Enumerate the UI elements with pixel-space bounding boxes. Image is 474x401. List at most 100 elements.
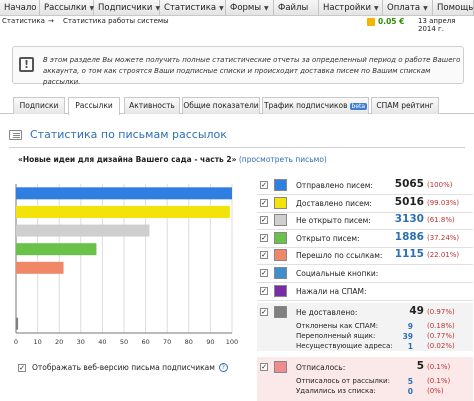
stat-value: 5016 (394, 196, 424, 208)
x-tick-label: 40 (98, 338, 107, 346)
x-tick-label: 100 (225, 338, 239, 346)
section-title: Статистика по письмам рассылок (30, 128, 227, 141)
tab-label: Рассылки (75, 101, 113, 110)
stat-checkbox[interactable]: ✓ (260, 269, 268, 277)
tab-label: Подписки (19, 101, 59, 110)
color-swatch (274, 214, 287, 226)
x-tick-label: 30 (76, 338, 85, 346)
stat-label: Перешло по ссылкам: (296, 251, 383, 260)
balance-value: 0.05 € (378, 17, 405, 26)
nav-item-label: Рассылки (44, 2, 87, 13)
stat-row: ✓ Не доставлено: 49 (0.97%) (257, 304, 473, 320)
help-icon[interactable]: ? (218, 363, 228, 372)
chart-bar (16, 224, 150, 237)
stat-checkbox[interactable]: ✓ (260, 199, 268, 207)
stat-percent: (100%) (427, 181, 453, 189)
nav-item[interactable]: Настройки ▼ (319, 0, 383, 16)
tab[interactable]: Активность (124, 97, 180, 114)
preview-email-link[interactable]: (просмотреть письмо) (239, 155, 327, 164)
nav-item-label: Подписчики (98, 2, 153, 13)
tab-label: Активность (129, 101, 175, 110)
sub-label: Удалились из списка: (296, 387, 376, 395)
sub-percent: (0.18%) (427, 322, 455, 330)
color-swatch (274, 361, 287, 373)
stat-checkbox[interactable]: ✓ (260, 251, 268, 259)
stat-percent: (0.1%) (427, 363, 451, 371)
sub-value: 1 (407, 342, 413, 351)
nav-item[interactable]: Начало (0, 0, 40, 16)
x-tick-label: 50 (119, 338, 129, 346)
stat-row: ✓ Перешло по ссылкам: 1115 (22.01%) (257, 247, 473, 263)
tab[interactable]: Общие показатели (182, 97, 260, 114)
sub-value: 5 (407, 377, 413, 386)
web-version-checkbox[interactable]: ✓ (18, 363, 26, 372)
nav-item[interactable]: Подписчики ▼ (94, 0, 160, 16)
tab[interactable]: Подписки (13, 97, 65, 114)
nav-item[interactable]: Файлы (274, 0, 319, 16)
stat-row: ✓ Нажали на СПАМ: (257, 283, 473, 299)
color-swatch (274, 306, 287, 318)
stat-percent: (0.97%) (427, 308, 455, 316)
tab[interactable]: Рассылки (68, 97, 120, 115)
x-tick-label: 70 (163, 338, 172, 346)
chart-bar (16, 205, 230, 218)
stat-value: 1886 (394, 231, 424, 243)
nav-item[interactable]: Формы ▼ (226, 0, 274, 16)
breadcrumb: Статистика → Статистика работы системы 0… (0, 16, 474, 33)
nav-item-label: Начало (4, 2, 37, 13)
sub-label: Переполненый ящик: (296, 332, 376, 340)
stat-row: ✓ Доставлено писем: 5016 (99.03%) (257, 195, 473, 211)
color-swatch (274, 285, 287, 297)
stat-percent: (99.03%) (427, 199, 460, 207)
color-swatch (274, 179, 287, 191)
bar-chart: 0 10 20 30 40 50 60 70 80 90 100 (13, 180, 245, 348)
stat-value: 49 (409, 305, 424, 317)
info-box: ! В этом разделе Вы можете получить полн… (12, 46, 464, 86)
campaign-heading: «Новые идеи для дизайна Вашего сада - ча… (18, 155, 327, 164)
color-swatch (274, 232, 287, 244)
nav-item[interactable]: Рассылки ▼ (40, 0, 94, 16)
stat-percent: (22.01%) (427, 251, 460, 259)
tab-label: Трафик подписчиков (263, 101, 348, 110)
exclamation-icon: ! (19, 57, 34, 72)
stat-row: ✓ Отписалось: 5 (0.1%) (257, 359, 473, 375)
sub-label: Отписалось от рассылки: (296, 377, 390, 385)
stat-checkbox[interactable]: ✓ (260, 216, 268, 224)
nav-item-label: Оплата (387, 2, 421, 13)
tab-label: СПАМ рейтинг (376, 101, 434, 110)
stat-value: 5 (416, 360, 424, 372)
caret-down-icon: ▼ (219, 4, 224, 12)
beta-badge: beta (349, 103, 368, 110)
stat-row: ✓ Отправлено писем: 5065 (100%) (257, 177, 473, 193)
chart-bar (16, 187, 232, 200)
info-text: В этом разделе Вы можете получить полные… (43, 56, 461, 86)
stat-checkbox[interactable]: ✓ (260, 287, 268, 295)
stat-checkbox[interactable]: ✓ (260, 363, 268, 371)
stat-checkbox[interactable]: ✓ (260, 234, 268, 242)
web-version-label: Отображать веб-версию письма подписчикам (32, 363, 215, 372)
nav-item[interactable]: Статистика ▼ (160, 0, 226, 16)
stat-checkbox[interactable]: ✓ (260, 308, 268, 316)
campaign-name: «Новые идеи для дизайна Вашего сада - ча… (18, 155, 237, 164)
color-swatch (274, 197, 287, 209)
nav-item[interactable]: Оплата ▼ (383, 0, 433, 16)
sub-percent: (0.02%) (427, 342, 455, 350)
tab[interactable]: СПАМ рейтинг (371, 97, 439, 114)
x-tick-label: 80 (184, 338, 193, 346)
stat-value: 1115 (394, 248, 424, 260)
report-icon (9, 130, 22, 140)
stat-label: Нажали на СПАМ: (296, 287, 367, 296)
sub-value: 0 (407, 387, 413, 396)
breadcrumb-root[interactable]: Статистика (2, 17, 45, 25)
nav-item-label: Формы (230, 2, 262, 13)
stat-percent: (37.24%) (427, 234, 460, 242)
nav-item-label: Настройки (323, 2, 372, 13)
nav-item-label: Файлы (278, 2, 309, 13)
stat-checkbox[interactable]: ✓ (260, 181, 268, 189)
balance[interactable]: 0.05 € (367, 17, 404, 26)
tab[interactable]: Трафик подписчиков beta (262, 97, 369, 114)
chart-svg (15, 184, 233, 334)
nav-item-label: Помощь (437, 2, 474, 13)
nav-item[interactable]: Помощь (433, 0, 474, 16)
row-divider (257, 300, 473, 301)
